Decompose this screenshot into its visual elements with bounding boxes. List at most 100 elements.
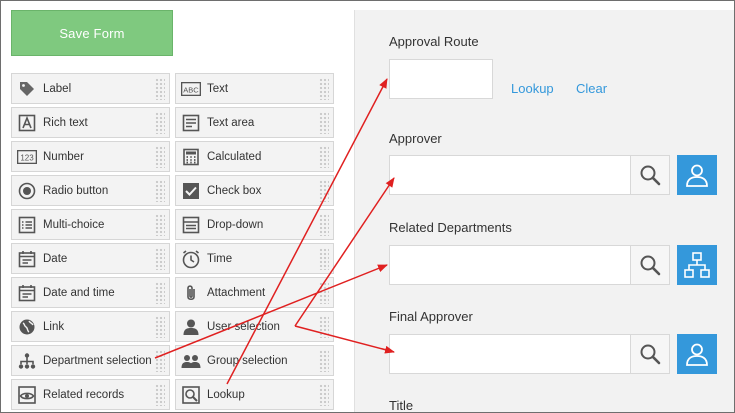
drag-handle-icon[interactable] [319, 315, 329, 338]
palette-item-label: Radio button [43, 184, 109, 197]
palette-item-label: User selection [207, 320, 280, 333]
related-departments-input[interactable] [389, 245, 631, 285]
text-abc-icon: ABC [181, 79, 201, 99]
palette-item-rich-text[interactable]: Rich text [11, 107, 170, 138]
departments-search-button[interactable] [630, 245, 670, 285]
palette-item-text-area[interactable]: Text area [175, 107, 334, 138]
palette-item-user-selection[interactable]: User selection [175, 311, 334, 342]
palette-item-related-records[interactable]: Related records [11, 379, 170, 410]
drag-handle-icon[interactable] [319, 179, 329, 202]
date-time-icon [17, 283, 37, 303]
approval-route-title: Approval Route [389, 34, 479, 49]
svg-text:123: 123 [20, 153, 34, 162]
drag-handle-icon[interactable] [155, 281, 165, 304]
palette-item-label: Group selection [207, 354, 288, 367]
radio-icon [17, 181, 37, 201]
drag-handle-icon[interactable] [319, 145, 329, 168]
palette-item-date[interactable]: Date [11, 243, 170, 274]
palette-item-group-selection[interactable]: Group selection [175, 345, 334, 376]
palette-item-drop-down[interactable]: Drop-down [175, 209, 334, 240]
text-area-icon [181, 113, 201, 133]
drag-handle-icon[interactable] [155, 213, 165, 236]
drag-handle-icon[interactable] [319, 349, 329, 372]
drag-handle-icon[interactable] [319, 111, 329, 134]
palette-item-lookup[interactable]: Lookup [175, 379, 334, 410]
checkbox-icon [181, 181, 201, 201]
palette-item-label: Lookup [207, 388, 245, 401]
palette-item-label: Drop-down [207, 218, 264, 231]
palette-item-text[interactable]: ABC Text [175, 73, 334, 104]
final-approver-title: Final Approver [389, 309, 473, 324]
approver-title: Approver [389, 131, 442, 146]
palette-item-label: Date [43, 252, 68, 265]
lookup-link[interactable]: Lookup [511, 81, 554, 96]
window: Save Form Label Rich text 123 Number Radio b… [0, 0, 735, 413]
drag-handle-icon[interactable] [155, 111, 165, 134]
palette-item-date-and-time[interactable]: Date and time [11, 277, 170, 308]
drag-handle-icon[interactable] [155, 383, 165, 406]
date-icon [17, 249, 37, 269]
approver-input[interactable] [389, 155, 631, 195]
lookup-icon [181, 385, 201, 405]
palette-item-time[interactable]: Time [175, 243, 334, 274]
drag-handle-icon[interactable] [155, 77, 165, 100]
number-icon: 123 [17, 147, 37, 167]
approver-user-picker-button[interactable] [677, 155, 717, 195]
approver-search-button[interactable] [630, 155, 670, 195]
palette-item-label: Department selection [43, 354, 152, 367]
palette-item-label: Rich text [43, 116, 88, 129]
save-form-button[interactable]: Save Form [11, 10, 173, 56]
search-icon [640, 255, 661, 276]
rich-text-icon [17, 113, 37, 133]
paperclip-icon [181, 283, 201, 303]
palette-item-link[interactable]: Link [11, 311, 170, 342]
search-icon [640, 165, 661, 186]
drag-handle-icon[interactable] [155, 315, 165, 338]
globe-icon [17, 317, 37, 337]
palette-item-label: Attachment [207, 286, 266, 299]
palette-item-attachment[interactable]: Attachment [175, 277, 334, 308]
drag-handle-icon[interactable] [319, 383, 329, 406]
palette-item-department-selection[interactable]: Department selection [11, 345, 170, 376]
drag-handle-icon[interactable] [155, 349, 165, 372]
final-approver-user-picker-button[interactable] [677, 334, 717, 374]
search-icon [640, 344, 661, 365]
drag-handle-icon[interactable] [319, 77, 329, 100]
clear-link[interactable]: Clear [576, 81, 607, 96]
palette-item-label: Text [207, 82, 229, 95]
drag-handle-icon[interactable] [155, 179, 165, 202]
drag-handle-icon[interactable] [155, 247, 165, 270]
user-icon [686, 164, 708, 187]
palette-item-label: Link [43, 320, 65, 333]
palette-item-label: Number [43, 150, 84, 163]
palette-item-calculated[interactable]: Calculated [175, 141, 334, 172]
user-icon [686, 343, 708, 366]
approval-route-input[interactable] [389, 59, 493, 99]
related-departments-title: Related Departments [389, 220, 512, 235]
palette-item-label[interactable]: Label [11, 73, 170, 104]
dropdown-icon [181, 215, 201, 235]
calculator-icon [181, 147, 201, 167]
drag-handle-icon[interactable] [319, 281, 329, 304]
palette-item-label: Check box [207, 184, 262, 197]
department-picker-button[interactable] [677, 245, 717, 285]
drag-handle-icon[interactable] [319, 247, 329, 270]
palette-item-label: Date and time [43, 286, 115, 299]
final-approver-input[interactable] [389, 334, 631, 374]
palette-item-label: Calculated [207, 150, 262, 163]
palette-item-multi-choice[interactable]: Multi-choice [11, 209, 170, 240]
org-chart-icon [17, 351, 37, 371]
palette-item-label: Text area [207, 116, 255, 129]
svg-text:ABC: ABC [183, 85, 199, 94]
palette-item-radio-button[interactable]: Radio button [11, 175, 170, 206]
drag-handle-icon[interactable] [319, 213, 329, 236]
palette-item-label: Time [207, 252, 233, 265]
group-icon [181, 351, 201, 371]
palette-item-number[interactable]: 123 Number [11, 141, 170, 172]
clock-icon [181, 249, 201, 269]
palette-item-label: Related records [43, 388, 125, 401]
tag-icon [17, 79, 37, 99]
palette-item-check-box[interactable]: Check box [175, 175, 334, 206]
drag-handle-icon[interactable] [155, 145, 165, 168]
final-approver-search-button[interactable] [630, 334, 670, 374]
